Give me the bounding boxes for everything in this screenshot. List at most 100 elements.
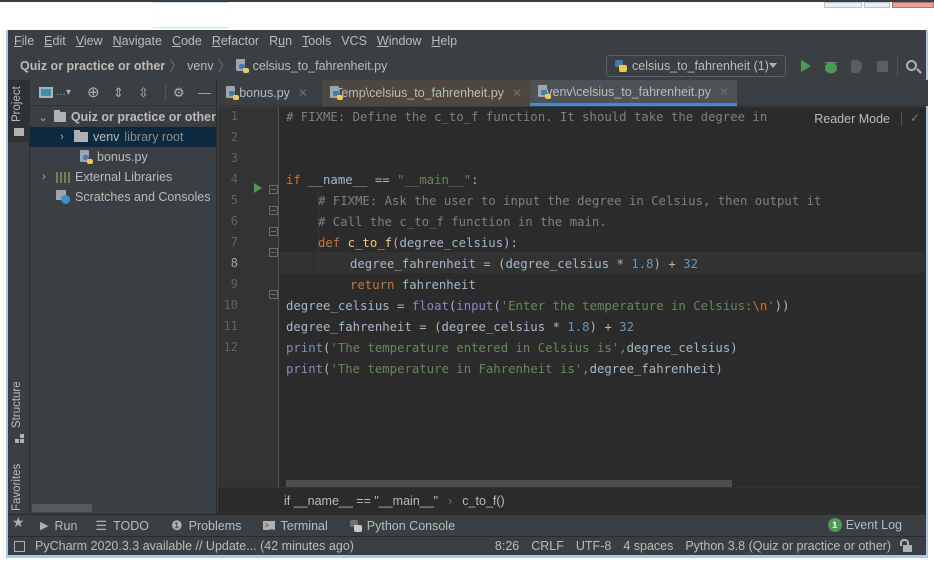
code-editor[interactable]: 1 2 3 4 5 6 7 8 9 10 11 12 # FIXME: Defi… [218, 107, 926, 487]
menu-bar: File Edit View Navigate Code Refactor Ru… [8, 30, 926, 52]
tree-item-project-root[interactable]: ⌄ Quiz or practice or other [30, 107, 216, 127]
run-icon[interactable] [801, 60, 811, 72]
menu-run[interactable]: Run [269, 34, 292, 48]
project-toolbar: …▾ ⊕ ⇕ ⇳ ⚙ — [30, 80, 216, 106]
token: ) + [653, 257, 684, 271]
toggle-tool-windows-icon[interactable] [14, 540, 25, 552]
close-tab-icon[interactable]: ✕ [512, 86, 522, 100]
stop-icon[interactable] [877, 61, 888, 72]
breadcrumb-project[interactable]: Quiz or practice or other [20, 59, 165, 73]
chevron-right-icon[interactable]: › [38, 171, 50, 183]
run-tool-button[interactable]: ▶ Run [40, 519, 77, 533]
python-interpreter[interactable]: Python 3.8 (Quiz or practice or other) [685, 539, 891, 553]
todo-tool-button[interactable]: ☰ TODO [95, 518, 149, 534]
menu-mnemonic: R [211, 34, 221, 48]
menu-refactor[interactable]: Refactor [212, 34, 259, 48]
token: ( [493, 299, 501, 313]
file-encoding[interactable]: UTF-8 [576, 539, 611, 553]
reader-mode-button[interactable]: Reader Mode [808, 109, 896, 129]
project-view-icon[interactable] [39, 87, 53, 98]
collapse-all-icon[interactable]: ⇳ [138, 86, 149, 100]
tool-label: Terminal [280, 518, 328, 533]
indent-setting[interactable]: 4 spaces [623, 539, 673, 553]
structure-tool-tab[interactable]: Structure [8, 380, 30, 450]
problems-tool-button[interactable]: ❶ Problems [171, 518, 241, 534]
tree-item-label: Quiz or practice or other [70, 110, 216, 124]
fold-icon[interactable] [269, 290, 278, 299]
menu-mnemonic: H [431, 34, 441, 48]
view-dropdown-icon[interactable]: …▾ [56, 86, 71, 100]
menu-file[interactable]: File [14, 34, 34, 48]
tree-item-hint: library root [124, 130, 184, 144]
tree-item-external-libraries[interactable]: › External Libraries [30, 167, 216, 187]
close-tab-icon[interactable]: ✕ [298, 86, 308, 100]
event-log-button[interactable]: 1 Event Log [827, 518, 902, 532]
code-line-8: return fahrenheit [350, 275, 476, 296]
checkmark-icon[interactable]: ✓ [910, 111, 920, 125]
terminal-icon: >_ [263, 521, 275, 530]
project-horizontal-scrollbar[interactable] [32, 504, 92, 512]
tab-label: bonus.py [239, 86, 290, 100]
menu-edit[interactable]: Edit [44, 34, 66, 48]
list-icon: ☰ [95, 517, 108, 533]
chevron-right-icon[interactable]: › [56, 131, 68, 143]
terminal-tool-button[interactable]: >_ Terminal [263, 518, 328, 533]
line-number: 1 [230, 109, 238, 123]
run-configuration-dropdown[interactable]: celsius_to_fahrenheit (1) [606, 55, 786, 77]
close-tab-icon[interactable]: ✕ [719, 85, 729, 99]
breadcrumb-venv[interactable]: venv [187, 59, 213, 73]
locate-file-icon[interactable]: ⊕ [87, 85, 100, 100]
code-breadcrumb-main[interactable]: if __name__ == "__main__" [284, 494, 438, 508]
caret-position[interactable]: 8:26 [495, 539, 519, 553]
event-count-badge: 1 [827, 518, 842, 532]
chevron-down-icon[interactable]: ⌄ [38, 111, 48, 124]
close-button[interactable] [892, 2, 934, 8]
python-console-tool-button[interactable]: Python Console [349, 519, 455, 533]
code-line-1: # FIXME: Define the c_to_f function. It … [286, 110, 768, 124]
token: print [286, 341, 324, 355]
menu-mnemonic: u [278, 34, 286, 48]
menu-code[interactable]: Code [172, 34, 202, 48]
tab-bonus-py[interactable]: bonus.py ✕ [218, 80, 316, 106]
token: __name__ == [300, 173, 398, 187]
maximize-button[interactable] [824, 2, 862, 8]
gear-icon[interactable]: ⚙ [173, 86, 185, 100]
menu-window[interactable]: Window [377, 34, 421, 48]
tool-label: Problems [188, 518, 242, 533]
tree-item-scratches[interactable]: Scratches and Consoles [30, 187, 216, 207]
menu-tools[interactable]: Tools [302, 34, 331, 48]
debug-icon[interactable] [823, 58, 839, 74]
tree-item-venv[interactable]: › venv library root [30, 127, 216, 147]
project-tool-tab[interactable]: Project [8, 80, 30, 142]
fold-icon[interactable] [269, 227, 278, 236]
run-gutter-icon[interactable] [254, 183, 262, 193]
code-area[interactable]: # FIXME: Define the c_to_f function. It … [280, 107, 926, 487]
run-with-coverage-icon[interactable] [851, 60, 862, 73]
search-icon[interactable] [906, 60, 917, 71]
minimize-button[interactable] [864, 2, 890, 8]
fold-icon[interactable] [269, 248, 278, 257]
editor-horizontal-scrollbar[interactable] [286, 480, 732, 487]
breadcrumb-file[interactable]: celsius_to_fahrenheit.py [235, 59, 387, 73]
line-separator[interactable]: CRLF [531, 539, 564, 553]
menu-mnemonic: T [302, 34, 309, 48]
unlock-icon[interactable] [900, 538, 912, 552]
navigation-bar: Quiz or practice or other 〉 venv 〉 celsi… [8, 52, 926, 80]
hide-icon[interactable]: — [198, 86, 211, 100]
token: 1.8 [631, 257, 654, 271]
menu-navigate[interactable]: Navigate [113, 34, 162, 48]
tree-item-bonus-py[interactable]: bonus.py [30, 147, 216, 167]
code-line-7: degree_fahrenheit = (degree_celsius * 1.… [350, 254, 698, 275]
tab-temp-celsius-to-fahrenheit[interactable]: Temp\celsius_to_fahrenheit.py ✕ [322, 80, 530, 106]
token: (degree_celsius): [392, 236, 518, 250]
menu-view[interactable]: View [76, 34, 103, 48]
fold-icon[interactable] [269, 206, 278, 215]
tab-venv-celsius-to-fahrenheit[interactable]: venv\celsius_to_fahrenheit.py ✕ [530, 80, 737, 106]
status-message[interactable]: PyCharm 2020.3.3 available // Update... … [35, 539, 354, 553]
line-number: 10 [223, 298, 238, 312]
menu-vcs[interactable]: VCS [341, 34, 367, 48]
code-breadcrumb-function[interactable]: c_to_f() [462, 494, 504, 508]
fold-icon[interactable] [269, 185, 278, 194]
expand-all-icon[interactable]: ⇕ [113, 86, 124, 100]
menu-help[interactable]: Help [431, 34, 457, 48]
